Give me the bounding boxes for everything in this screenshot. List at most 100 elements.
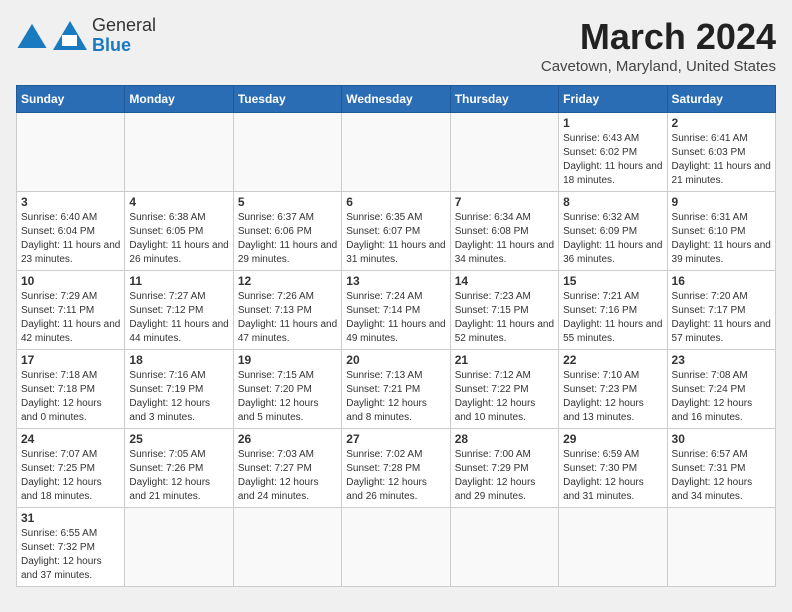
day-number: 8 [563, 195, 662, 209]
calendar-cell: 3 Sunrise: 6:40 AM Sunset: 6:04 PM Daylig… [17, 192, 125, 271]
calendar-cell [342, 508, 450, 587]
day-info: Sunrise: 6:43 AM Sunset: 6:02 PM Dayligh… [563, 132, 662, 188]
location-title: Cavetown, Maryland, United States [541, 58, 776, 75]
calendar-cell: 21 Sunrise: 7:12 AM Sunset: 7:22 PM Dayli… [450, 350, 558, 429]
day-number: 10 [21, 274, 120, 288]
page-container: General Blue March 2024 Cavetown, Maryla… [16, 16, 776, 587]
calendar-cell [667, 508, 775, 587]
day-number: 3 [21, 195, 120, 209]
logo-text: General Blue [92, 16, 156, 56]
calendar-cell: 25 Sunrise: 7:05 AM Sunset: 7:26 PM Dayli… [125, 429, 233, 508]
calendar-cell: 20 Sunrise: 7:13 AM Sunset: 7:21 PM Dayli… [342, 350, 450, 429]
day-info: Sunrise: 7:20 AM Sunset: 7:17 PM Dayligh… [672, 290, 771, 346]
day-info: Sunrise: 7:10 AM Sunset: 7:23 PM Dayligh… [563, 369, 662, 425]
day-info: Sunrise: 7:15 AM Sunset: 7:20 PM Dayligh… [238, 369, 337, 425]
day-info: Sunrise: 7:02 AM Sunset: 7:28 PM Dayligh… [346, 448, 445, 504]
day-number: 23 [672, 353, 771, 367]
day-number: 22 [563, 353, 662, 367]
calendar-cell: 11 Sunrise: 7:27 AM Sunset: 7:12 PM Dayli… [125, 271, 233, 350]
calendar-cell: 31Sunrise: 6:55 AM Sunset: 7:32 PM Dayli… [17, 508, 125, 587]
calendar-cell [450, 113, 558, 192]
day-number: 18 [129, 353, 228, 367]
day-number: 25 [129, 432, 228, 446]
day-info: Sunrise: 6:35 AM Sunset: 6:07 PM Dayligh… [346, 211, 445, 267]
day-number: 30 [672, 432, 771, 446]
calendar-cell [125, 113, 233, 192]
calendar-cell: 24 Sunrise: 7:07 AM Sunset: 7:25 PM Dayli… [17, 429, 125, 508]
calendar-cell: 16 Sunrise: 7:20 AM Sunset: 7:17 PM Dayli… [667, 271, 775, 350]
day-number: 1 [563, 116, 662, 130]
day-number: 7 [455, 195, 554, 209]
day-number: 20 [346, 353, 445, 367]
calendar-cell: 8 Sunrise: 6:32 AM Sunset: 6:09 PM Daylig… [559, 192, 667, 271]
col-sunday: Sunday [17, 86, 125, 113]
day-info: Sunrise: 6:57 AM Sunset: 7:31 PM Dayligh… [672, 448, 771, 504]
day-info: Sunrise: 6:59 AM Sunset: 7:30 PM Dayligh… [563, 448, 662, 504]
calendar-row-4: 17 Sunrise: 7:18 AM Sunset: 7:18 PM Dayli… [17, 350, 776, 429]
calendar-row-1: 1 Sunrise: 6:43 AM Sunset: 6:02 PM Daylig… [17, 113, 776, 192]
col-thursday: Thursday [450, 86, 558, 113]
day-info: Sunrise: 6:40 AM Sunset: 6:04 PM Dayligh… [21, 211, 120, 267]
logo: General Blue [16, 16, 156, 56]
day-number: 12 [238, 274, 337, 288]
title-section: March 2024 Cavetown, Maryland, United St… [541, 16, 776, 75]
day-info: Sunrise: 7:12 AM Sunset: 7:22 PM Dayligh… [455, 369, 554, 425]
calendar-cell: 14Sunrise: 7:23 AM Sunset: 7:15 PM Dayli… [450, 271, 558, 350]
day-info: Sunrise: 7:24 AM Sunset: 7:14 PM Dayligh… [346, 290, 445, 346]
calendar-cell: 29 Sunrise: 6:59 AM Sunset: 7:30 PM Dayli… [559, 429, 667, 508]
day-number: 16 [672, 274, 771, 288]
month-title: March 2024 [541, 16, 776, 58]
day-number: 5 [238, 195, 337, 209]
day-info: Sunrise: 6:37 AM Sunset: 6:06 PM Dayligh… [238, 211, 337, 267]
day-info: Sunrise: 6:41 AM Sunset: 6:03 PM Dayligh… [672, 132, 771, 188]
day-info: Sunrise: 7:16 AM Sunset: 7:19 PM Dayligh… [129, 369, 228, 425]
calendar-cell [450, 508, 558, 587]
calendar-cell [17, 113, 125, 192]
calendar-cell [125, 508, 233, 587]
day-info: Sunrise: 6:31 AM Sunset: 6:10 PM Dayligh… [672, 211, 771, 267]
day-number: 24 [21, 432, 120, 446]
calendar-cell [342, 113, 450, 192]
day-info: Sunrise: 7:27 AM Sunset: 7:12 PM Dayligh… [129, 290, 228, 346]
calendar-cell: 30 Sunrise: 6:57 AM Sunset: 7:31 PM Dayli… [667, 429, 775, 508]
day-info: Sunrise: 7:07 AM Sunset: 7:25 PM Dayligh… [21, 448, 120, 504]
day-number: 28 [455, 432, 554, 446]
col-tuesday: Tuesday [233, 86, 341, 113]
calendar-cell: 15Sunrise: 7:21 AM Sunset: 7:16 PM Dayli… [559, 271, 667, 350]
day-number: 21 [455, 353, 554, 367]
col-wednesday: Wednesday [342, 86, 450, 113]
calendar-cell: 28Sunrise: 7:00 AM Sunset: 7:29 PM Dayli… [450, 429, 558, 508]
day-number: 11 [129, 274, 228, 288]
day-number: 27 [346, 432, 445, 446]
day-info: Sunrise: 7:13 AM Sunset: 7:21 PM Dayligh… [346, 369, 445, 425]
calendar-row-2: 3 Sunrise: 6:40 AM Sunset: 6:04 PM Daylig… [17, 192, 776, 271]
col-friday: Friday [559, 86, 667, 113]
calendar-cell: 13Sunrise: 7:24 AM Sunset: 7:14 PM Dayli… [342, 271, 450, 350]
calendar-cell: 19 Sunrise: 7:15 AM Sunset: 7:20 PM Dayli… [233, 350, 341, 429]
day-info: Sunrise: 6:34 AM Sunset: 6:08 PM Dayligh… [455, 211, 554, 267]
calendar-cell: 4Sunrise: 6:38 AM Sunset: 6:05 PM Daylig… [125, 192, 233, 271]
calendar-cell [233, 113, 341, 192]
day-number: 31 [21, 511, 120, 525]
day-info: Sunrise: 6:32 AM Sunset: 6:09 PM Dayligh… [563, 211, 662, 267]
day-info: Sunrise: 7:21 AM Sunset: 7:16 PM Dayligh… [563, 290, 662, 346]
day-info: Sunrise: 7:03 AM Sunset: 7:27 PM Dayligh… [238, 448, 337, 504]
calendar-row-5: 24 Sunrise: 7:07 AM Sunset: 7:25 PM Dayli… [17, 429, 776, 508]
day-number: 29 [563, 432, 662, 446]
day-number: 19 [238, 353, 337, 367]
day-info: Sunrise: 7:05 AM Sunset: 7:26 PM Dayligh… [129, 448, 228, 504]
day-info: Sunrise: 7:18 AM Sunset: 7:18 PM Dayligh… [21, 369, 120, 425]
calendar-cell: 10Sunrise: 7:29 AM Sunset: 7:11 PM Dayli… [17, 271, 125, 350]
col-monday: Monday [125, 86, 233, 113]
day-info: Sunrise: 7:26 AM Sunset: 7:13 PM Dayligh… [238, 290, 337, 346]
calendar-cell: 18 Sunrise: 7:16 AM Sunset: 7:19 PM Dayli… [125, 350, 233, 429]
day-number: 4 [129, 195, 228, 209]
day-number: 6 [346, 195, 445, 209]
calendar-cell: 6 Sunrise: 6:35 AM Sunset: 6:07 PM Daylig… [342, 192, 450, 271]
calendar-cell: 12 Sunrise: 7:26 AM Sunset: 7:13 PM Dayli… [233, 271, 341, 350]
day-number: 17 [21, 353, 120, 367]
calendar-cell: 22 Sunrise: 7:10 AM Sunset: 7:23 PM Dayli… [559, 350, 667, 429]
logo-icon [16, 22, 48, 50]
calendar-cell [233, 508, 341, 587]
col-saturday: Saturday [667, 86, 775, 113]
